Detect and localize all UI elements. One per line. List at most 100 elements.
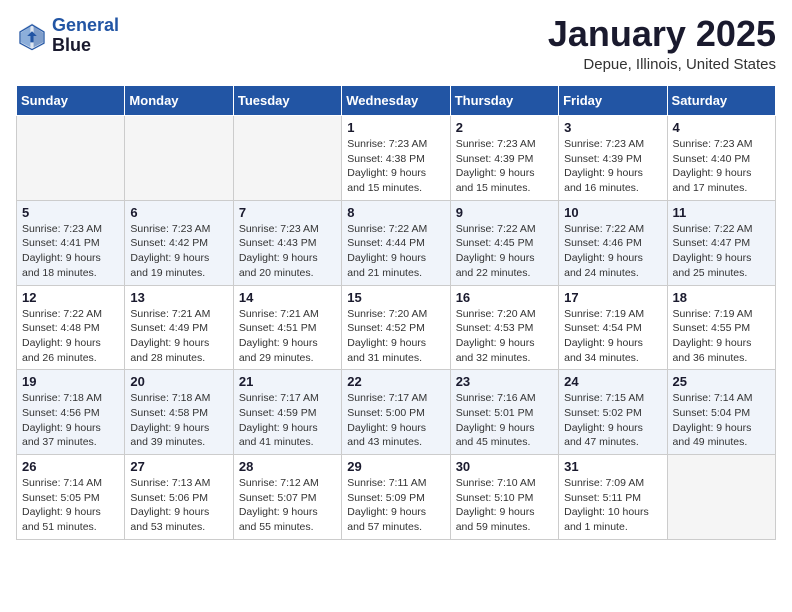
day-info: Sunrise: 7:20 AMSunset: 4:52 PMDaylight:… [347,307,444,366]
day-info: Sunrise: 7:22 AMSunset: 4:44 PMDaylight:… [347,222,444,281]
day-info: Sunrise: 7:17 AMSunset: 4:59 PMDaylight:… [239,391,336,450]
day-number: 21 [239,374,336,389]
day-number: 11 [673,205,770,220]
calendar-week-5: 26 Sunrise: 7:14 AMSunset: 5:05 PMDayligh… [17,455,776,540]
table-row: 29 Sunrise: 7:11 AMSunset: 5:09 PMDayligh… [342,455,450,540]
table-row: 30 Sunrise: 7:10 AMSunset: 5:10 PMDayligh… [450,455,558,540]
day-number: 6 [130,205,227,220]
col-wednesday: Wednesday [342,86,450,116]
day-info: Sunrise: 7:23 AMSunset: 4:39 PMDaylight:… [456,137,553,196]
table-row [233,116,341,201]
calendar-header-row: Sunday Monday Tuesday Wednesday Thursday… [17,86,776,116]
col-friday: Friday [559,86,667,116]
table-row: 11 Sunrise: 7:22 AMSunset: 4:47 PMDayligh… [667,200,775,285]
day-number: 31 [564,459,661,474]
table-row: 25Sunrise: 7:14 AMSunset: 5:04 PMDayligh… [667,370,775,455]
day-number: 23 [456,374,553,389]
table-row: 7Sunrise: 7:23 AMSunset: 4:43 PMDaylight… [233,200,341,285]
day-number: 16 [456,290,553,305]
table-row: 5 Sunrise: 7:23 AMSunset: 4:41 PMDaylight… [17,200,125,285]
day-info: Sunrise: 7:23 AMSunset: 4:38 PMDaylight:… [347,137,444,196]
page-container: General Blue January 2025 Depue, Illinoi… [16,16,776,540]
day-number: 30 [456,459,553,474]
location-subtitle: Depue, Illinois, United States [548,56,776,73]
table-row: 22 Sunrise: 7:17 AMSunset: 5:00 PMDayligh… [342,370,450,455]
day-info: Sunrise: 7:23 AMSunset: 4:43 PMDaylight:… [239,222,336,281]
calendar-week-2: 5 Sunrise: 7:23 AMSunset: 4:41 PMDaylight… [17,200,776,285]
table-row: 2 Sunrise: 7:23 AMSunset: 4:39 PMDaylight… [450,116,558,201]
day-number: 18 [673,290,770,305]
day-info: Sunrise: 7:16 AMSunset: 5:01 PMDaylight:… [456,391,553,450]
day-number: 2 [456,120,553,135]
day-number: 20 [130,374,227,389]
day-number: 1 [347,120,444,135]
table-row: 9 Sunrise: 7:22 AMSunset: 4:45 PMDaylight… [450,200,558,285]
day-number: 22 [347,374,444,389]
table-row: 3 Sunrise: 7:23 AMSunset: 4:39 PMDaylight… [559,116,667,201]
col-sunday: Sunday [17,86,125,116]
table-row: 17Sunrise: 7:19 AMSunset: 4:54 PMDayligh… [559,285,667,370]
day-info: Sunrise: 7:23 AMSunset: 4:39 PMDaylight:… [564,137,661,196]
table-row: 23 Sunrise: 7:16 AMSunset: 5:01 PMDayligh… [450,370,558,455]
day-number: 29 [347,459,444,474]
table-row: 15 Sunrise: 7:20 AMSunset: 4:52 PMDayligh… [342,285,450,370]
day-info: Sunrise: 7:10 AMSunset: 5:10 PMDaylight:… [456,476,553,535]
day-info: Sunrise: 7:22 AMSunset: 4:47 PMDaylight:… [673,222,770,281]
day-number: 17 [564,290,661,305]
day-number: 3 [564,120,661,135]
title-area: January 2025 Depue, Illinois, United Sta… [548,16,776,73]
day-number: 12 [22,290,119,305]
day-info: Sunrise: 7:18 AMSunset: 4:58 PMDaylight:… [130,391,227,450]
day-number: 10 [564,205,661,220]
day-number: 5 [22,205,119,220]
col-monday: Monday [125,86,233,116]
table-row: 26 Sunrise: 7:14 AMSunset: 5:05 PMDayligh… [17,455,125,540]
day-info: Sunrise: 7:22 AMSunset: 4:48 PMDaylight:… [22,307,119,366]
table-row [667,455,775,540]
day-info: Sunrise: 7:23 AMSunset: 4:40 PMDaylight:… [673,137,770,196]
day-info: Sunrise: 7:21 AMSunset: 4:49 PMDaylight:… [130,307,227,366]
table-row: 6 Sunrise: 7:23 AMSunset: 4:42 PMDaylight… [125,200,233,285]
day-info: Sunrise: 7:15 AMSunset: 5:02 PMDaylight:… [564,391,661,450]
month-title: January 2025 [548,16,776,52]
col-thursday: Thursday [450,86,558,116]
day-number: 28 [239,459,336,474]
day-number: 24 [564,374,661,389]
day-number: 9 [456,205,553,220]
day-info: Sunrise: 7:17 AMSunset: 5:00 PMDaylight:… [347,391,444,450]
day-number: 8 [347,205,444,220]
table-row: 13 Sunrise: 7:21 AMSunset: 4:49 PMDayligh… [125,285,233,370]
logo-line1: General [52,16,119,36]
day-number: 14 [239,290,336,305]
table-row [17,116,125,201]
day-info: Sunrise: 7:23 AMSunset: 4:42 PMDaylight:… [130,222,227,281]
col-saturday: Saturday [667,86,775,116]
day-number: 4 [673,120,770,135]
day-info: Sunrise: 7:13 AMSunset: 5:06 PMDaylight:… [130,476,227,535]
day-number: 15 [347,290,444,305]
table-row: 24 Sunrise: 7:15 AMSunset: 5:02 PMDayligh… [559,370,667,455]
day-info: Sunrise: 7:21 AMSunset: 4:51 PMDaylight:… [239,307,336,366]
logo-line2: Blue [52,36,119,56]
calendar-week-4: 19Sunrise: 7:18 AMSunset: 4:56 PMDayligh… [17,370,776,455]
day-info: Sunrise: 7:11 AMSunset: 5:09 PMDaylight:… [347,476,444,535]
table-row: 16 Sunrise: 7:20 AMSunset: 4:53 PMDayligh… [450,285,558,370]
day-number: 13 [130,290,227,305]
day-info: Sunrise: 7:20 AMSunset: 4:53 PMDaylight:… [456,307,553,366]
day-info: Sunrise: 7:23 AMSunset: 4:41 PMDaylight:… [22,222,119,281]
table-row: 14 Sunrise: 7:21 AMSunset: 4:51 PMDayligh… [233,285,341,370]
table-row: 1 Sunrise: 7:23 AMSunset: 4:38 PMDaylight… [342,116,450,201]
day-number: 19 [22,374,119,389]
col-tuesday: Tuesday [233,86,341,116]
table-row: 28Sunrise: 7:12 AMSunset: 5:07 PMDayligh… [233,455,341,540]
day-number: 26 [22,459,119,474]
day-info: Sunrise: 7:19 AMSunset: 4:55 PMDaylight:… [673,307,770,366]
calendar-week-1: 1 Sunrise: 7:23 AMSunset: 4:38 PMDaylight… [17,116,776,201]
day-number: 27 [130,459,227,474]
table-row: 8 Sunrise: 7:22 AMSunset: 4:44 PMDaylight… [342,200,450,285]
table-row: 27 Sunrise: 7:13 AMSunset: 5:06 PMDayligh… [125,455,233,540]
day-info: Sunrise: 7:14 AMSunset: 5:05 PMDaylight:… [22,476,119,535]
day-info: Sunrise: 7:14 AMSunset: 5:04 PMDaylight:… [673,391,770,450]
day-info: Sunrise: 7:22 AMSunset: 4:45 PMDaylight:… [456,222,553,281]
table-row: 31Sunrise: 7:09 AMSunset: 5:11 PMDayligh… [559,455,667,540]
